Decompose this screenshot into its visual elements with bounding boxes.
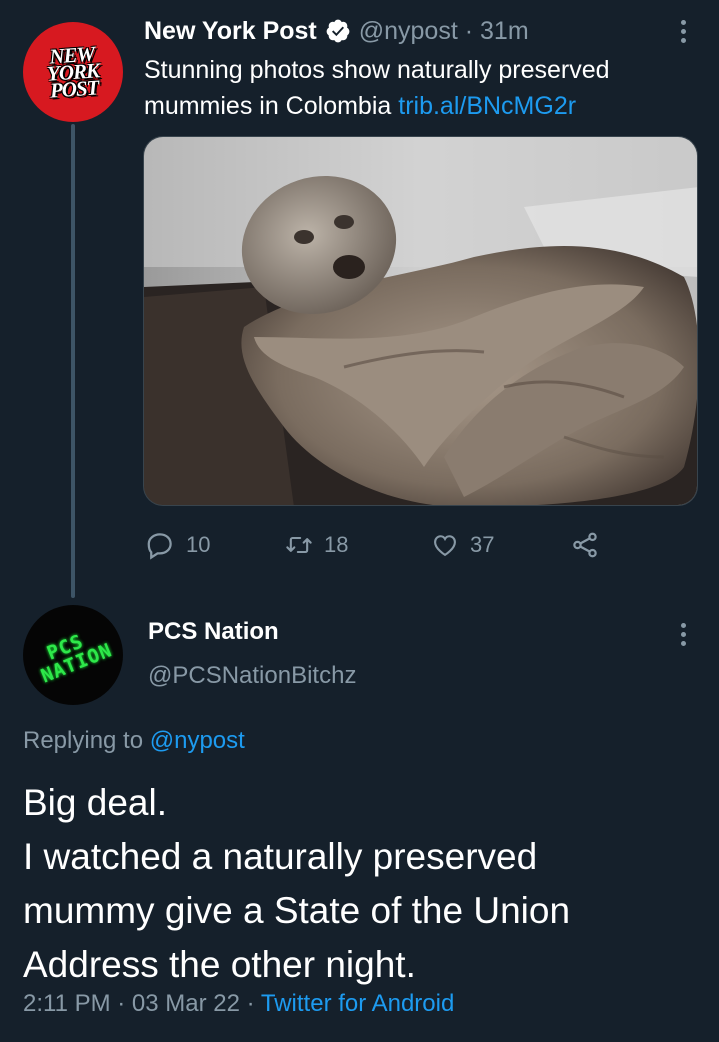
like-count: 37 — [470, 532, 495, 557]
reply-icon — [144, 530, 176, 560]
tweet-actions: 10 18 37 — [144, 527, 600, 563]
replying-to-handle-link[interactable]: @nypost — [150, 727, 245, 754]
heart-icon — [430, 531, 460, 559]
source-link[interactable]: Twitter for Android — [261, 990, 454, 1017]
reply-count: 10 — [186, 532, 211, 557]
more-options-icon[interactable] — [672, 617, 694, 651]
tweet-time: · 31m — [464, 16, 529, 45]
tweet-timestamp: 2:11 PM · 03 Mar 22 · Twitter for Androi… — [23, 990, 455, 1017]
tweet-thread: NEW YORK POST New York Post @nypost · 31… — [0, 0, 719, 1042]
avatar-nypost[interactable]: NEW YORK POST — [23, 22, 123, 122]
retweet-count: 18 — [324, 532, 349, 557]
like-button[interactable]: 37 — [430, 531, 570, 559]
share-button[interactable] — [570, 530, 600, 560]
retweet-button[interactable]: 18 — [284, 531, 430, 559]
tweet-media-photo[interactable] — [143, 136, 698, 506]
reply-button[interactable]: 10 — [144, 530, 284, 560]
retweet-icon — [284, 531, 314, 559]
thread-connector-line — [71, 124, 75, 598]
tweet-header: New York Post @nypost · 31m — [144, 14, 699, 48]
reply-text: Big deal. I watched a naturally preserve… — [23, 782, 571, 985]
author-handle[interactable]: @nypost · 31m — [359, 17, 529, 46]
replying-to: Replying to @nypost — [23, 727, 245, 754]
reply-author-handle[interactable]: @PCSNationBitchz — [148, 662, 356, 690]
tweet-link[interactable]: trib.al/BNcMG2r — [398, 92, 576, 120]
verified-badge-icon — [325, 18, 351, 44]
reply-author-name[interactable]: PCS Nation — [148, 618, 279, 646]
tweet-text: Stunning photos show naturally preserved… — [144, 56, 610, 120]
mummy-photo — [144, 137, 697, 505]
more-options-icon[interactable] — [672, 14, 694, 48]
author-name[interactable]: New York Post — [144, 17, 317, 46]
avatar-pcs-nation[interactable]: PCS NATION — [23, 605, 123, 705]
nypost-logo: NEW YORK POST — [46, 41, 100, 103]
pcs-nation-logo: PCS NATION — [37, 630, 116, 688]
share-icon — [570, 530, 600, 560]
